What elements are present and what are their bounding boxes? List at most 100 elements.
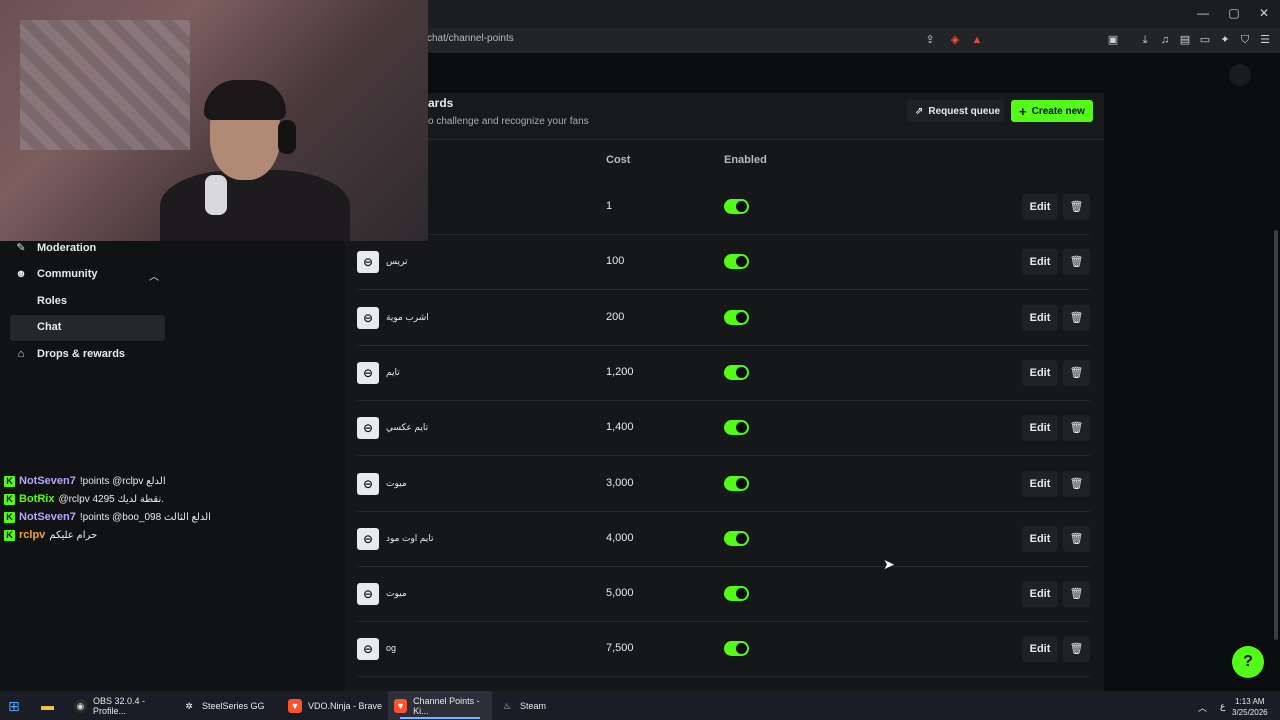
headphones [278,120,296,154]
edit-button[interactable]: Edit [1022,581,1058,608]
brave-icon: ▼ [288,698,302,713]
trash-icon[interactable]: 🗑 [1063,525,1090,552]
sidebar-item-roles[interactable]: Roles [37,295,67,307]
taskbar-item-obs[interactable]: ◉ OBS 32.0.4 - Profile... [68,691,174,720]
edit-button[interactable]: Edit [1022,636,1058,663]
menu-icon[interactable]: ☰ [1258,33,1272,47]
toggle-knob [736,643,747,655]
edit-button[interactable]: Edit [1022,194,1058,220]
minimize-button[interactable]: — [1195,6,1211,20]
url-text[interactable]: chat/channel-points [427,33,514,44]
reward-icon: ⊖ [357,583,379,606]
windows-start-icon[interactable]: ⊞ [8,698,20,715]
reward-name: تايم [386,366,400,377]
file-explorer-icon[interactable]: ▬ [41,698,54,713]
sidebar-item-chat[interactable]: Chat [37,321,61,333]
sidebar-item-label: Community [37,268,98,280]
reward-icon: ⊖ [357,251,379,274]
kick-badge-icon: K [4,493,15,505]
trash-icon[interactable]: 🗑 [1063,470,1090,497]
gift-icon: ⌂ [17,348,25,360]
obs-icon: ◉ [74,698,87,713]
sidebar-item-community[interactable]: ☻ Community [15,268,98,280]
reward-name: ميوت [386,477,407,488]
toggle-knob [736,256,747,268]
sidebar-item-label: Moderation [37,241,97,254]
enabled-toggle[interactable] [724,309,749,325]
reward-icon: ⊖ [357,472,379,495]
media-icon[interactable]: ♫ [1158,33,1172,47]
language-indicator[interactable]: ع [1220,701,1225,712]
create-new-button[interactable]: + Create new [1011,100,1093,122]
chat-message: K BotRix @rclpv 4295 نقطة لديك. [4,490,344,508]
queue-icon: ⇗ [915,105,924,117]
enabled-toggle[interactable] [724,530,749,546]
sidebar-item-drops[interactable]: ⌂ Drops & rewards [15,348,125,360]
acoustic-foam [20,20,190,150]
trash-icon[interactable]: 🗑 [1063,249,1090,276]
sidebar-toggle-icon[interactable]: ▤ [1178,33,1192,47]
reward-row: ⊖ تايم عكسي 1,400 Edit 🗑 [357,401,1090,457]
wallet-icon[interactable]: ▭ [1198,33,1212,47]
clock[interactable]: 1:13 AM 3/25/2026 [1232,696,1268,718]
reward-icon: ⊖ [357,361,379,384]
chat-text: !points @boo_098 الدلع الثالث [79,511,211,523]
help-chat-button[interactable]: ? [1232,646,1264,678]
microphone [205,175,227,215]
reward-cost: 7,500 [606,642,634,655]
reader-mode-icon[interactable]: ▣ [1106,33,1120,47]
leo-ai-icon[interactable]: ✦ [1218,33,1232,47]
taskbar-item-vdo-ninja[interactable]: ▼ VDO.Ninja - Brave [282,691,386,720]
chat-message: K NotSeven7 !points @boo_098 الدلع الثال… [4,508,344,526]
taskbar-item-steelseries[interactable]: ✲ SteelSeries GG [176,691,280,720]
enabled-toggle[interactable] [724,586,749,602]
sidebar-active-highlight [10,315,165,341]
download-icon[interactable]: ⤓ [1138,33,1152,47]
taskbar-item-steam[interactable]: ♨ Steam [494,691,594,720]
reward-cost: 3,000 [606,476,634,489]
trash-icon[interactable]: 🗑 [1063,304,1090,331]
chevron-up-icon[interactable]: ︿ [149,268,159,283]
edit-button[interactable]: Edit [1022,415,1058,442]
brave-rewards-icon[interactable]: ▲ [970,33,984,47]
enabled-toggle[interactable] [724,254,749,270]
kick-badge-icon: K [4,475,15,487]
trash-icon[interactable]: 🗑 [1063,415,1090,442]
tray-chevron-up-icon[interactable]: ︿ [1198,701,1207,714]
enabled-toggle[interactable] [724,420,749,436]
enabled-toggle[interactable] [724,475,749,491]
trash-icon[interactable]: 🗑 [1063,636,1090,663]
edit-button[interactable]: Edit [1022,359,1058,386]
reward-name: ميوت [386,588,407,599]
request-queue-button[interactable]: ⇗ Request queue [907,100,1004,122]
edit-button[interactable]: Edit [1022,525,1058,552]
trash-icon[interactable]: 🗑 [1063,359,1090,386]
edit-button[interactable]: Edit [1022,470,1058,497]
page-subtitle: o challenge and recognize your fans [428,116,589,127]
chat-overlay: K NotSeven7 !points @rclpv الدلع K BotRi… [4,472,344,544]
close-button[interactable]: ✕ [1256,6,1272,20]
reward-cost: 1 [606,200,613,212]
taskbar-item-channel-points[interactable]: ▼ Channel Points - Ki... [388,691,492,720]
share-icon[interactable]: ⇪ [923,33,937,47]
reward-cost: 5,000 [606,587,634,600]
edit-button[interactable]: Edit [1022,249,1058,276]
chat-message: K NotSeven7 !points @rclpv الدلع [4,472,344,490]
taskbar-label: Channel Points - Ki... [413,695,480,716]
enabled-toggle[interactable] [724,364,749,380]
enabled-toggle[interactable] [724,199,749,214]
trash-icon[interactable]: 🗑 [1063,194,1090,220]
streamer-body [160,170,350,241]
brave-shields-icon[interactable]: ◈ [948,33,962,47]
vpn-icon[interactable]: ⛉ [1238,33,1252,47]
enabled-toggle[interactable] [724,641,749,657]
clock-date: 3/25/2026 [1232,708,1268,717]
user-avatar[interactable] [1229,64,1251,86]
edit-button[interactable]: Edit [1022,304,1058,331]
page-scrollbar[interactable] [1274,230,1278,640]
chat-text: @rclpv 4295 نقطة لديك. [58,493,165,505]
trash-icon[interactable]: 🗑 [1063,581,1090,608]
maximize-button[interactable]: ▢ [1226,6,1242,20]
clock-time: 1:13 AM [1235,697,1265,706]
sidebar-item-moderation[interactable]: ✎ Moderation [15,241,97,255]
